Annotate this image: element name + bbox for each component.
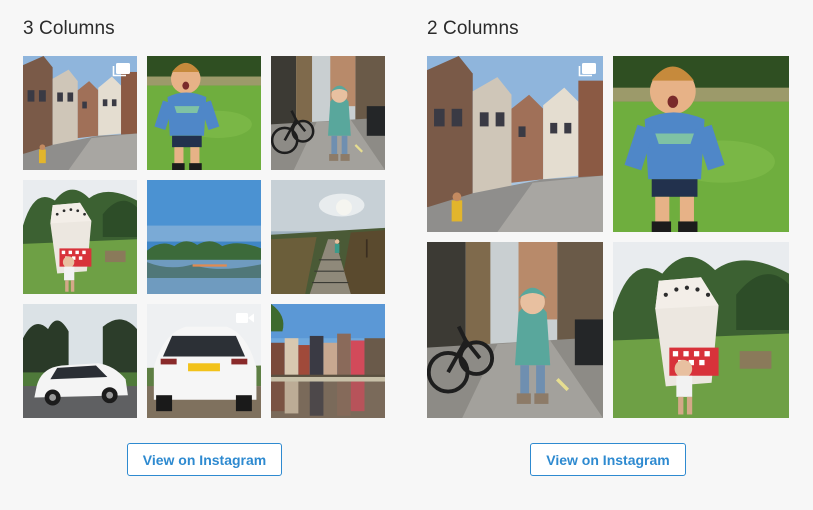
photo-girl-alley-bicycles[interactable]	[427, 242, 603, 418]
photo-image	[23, 304, 137, 418]
photo-image	[271, 304, 385, 418]
carousel-icon	[578, 63, 596, 77]
photo-image	[271, 56, 385, 170]
photo-white-suv-rear[interactable]	[147, 304, 261, 418]
photo-girl-alley-bicycles[interactable]	[271, 56, 385, 170]
photo-canal-houses-reflection[interactable]	[271, 304, 385, 418]
photo-image	[271, 180, 385, 294]
photo-image	[23, 180, 137, 294]
video-icon	[236, 311, 254, 325]
photo-child-heath-path[interactable]	[271, 180, 385, 294]
photo-image	[613, 242, 789, 418]
photo-white-suv-trees[interactable]	[23, 304, 137, 418]
photo-boy-running-grass[interactable]	[613, 56, 789, 232]
panel-title: 2 Columns	[427, 18, 519, 39]
photo-grid	[427, 56, 789, 418]
photo-lake-blue-sky[interactable]	[147, 180, 261, 294]
photo-canal-street-houses[interactable]	[23, 56, 137, 170]
photo-image	[147, 180, 261, 294]
photo-market-tent-garden[interactable]	[23, 180, 137, 294]
carousel-icon	[112, 63, 130, 77]
photo-image	[613, 56, 789, 232]
photo-grid	[23, 56, 385, 418]
view-on-instagram-button[interactable]: View on Instagram	[530, 443, 686, 476]
photo-image	[147, 56, 261, 170]
panel-title: 3 Columns	[23, 18, 115, 39]
photo-canal-street-houses[interactable]	[427, 56, 603, 232]
view-on-instagram-button[interactable]: View on Instagram	[127, 443, 282, 476]
photo-image	[427, 242, 603, 418]
photo-boy-running-grass[interactable]	[147, 56, 261, 170]
photo-market-tent-garden[interactable]	[613, 242, 789, 418]
photo-image	[427, 56, 603, 232]
